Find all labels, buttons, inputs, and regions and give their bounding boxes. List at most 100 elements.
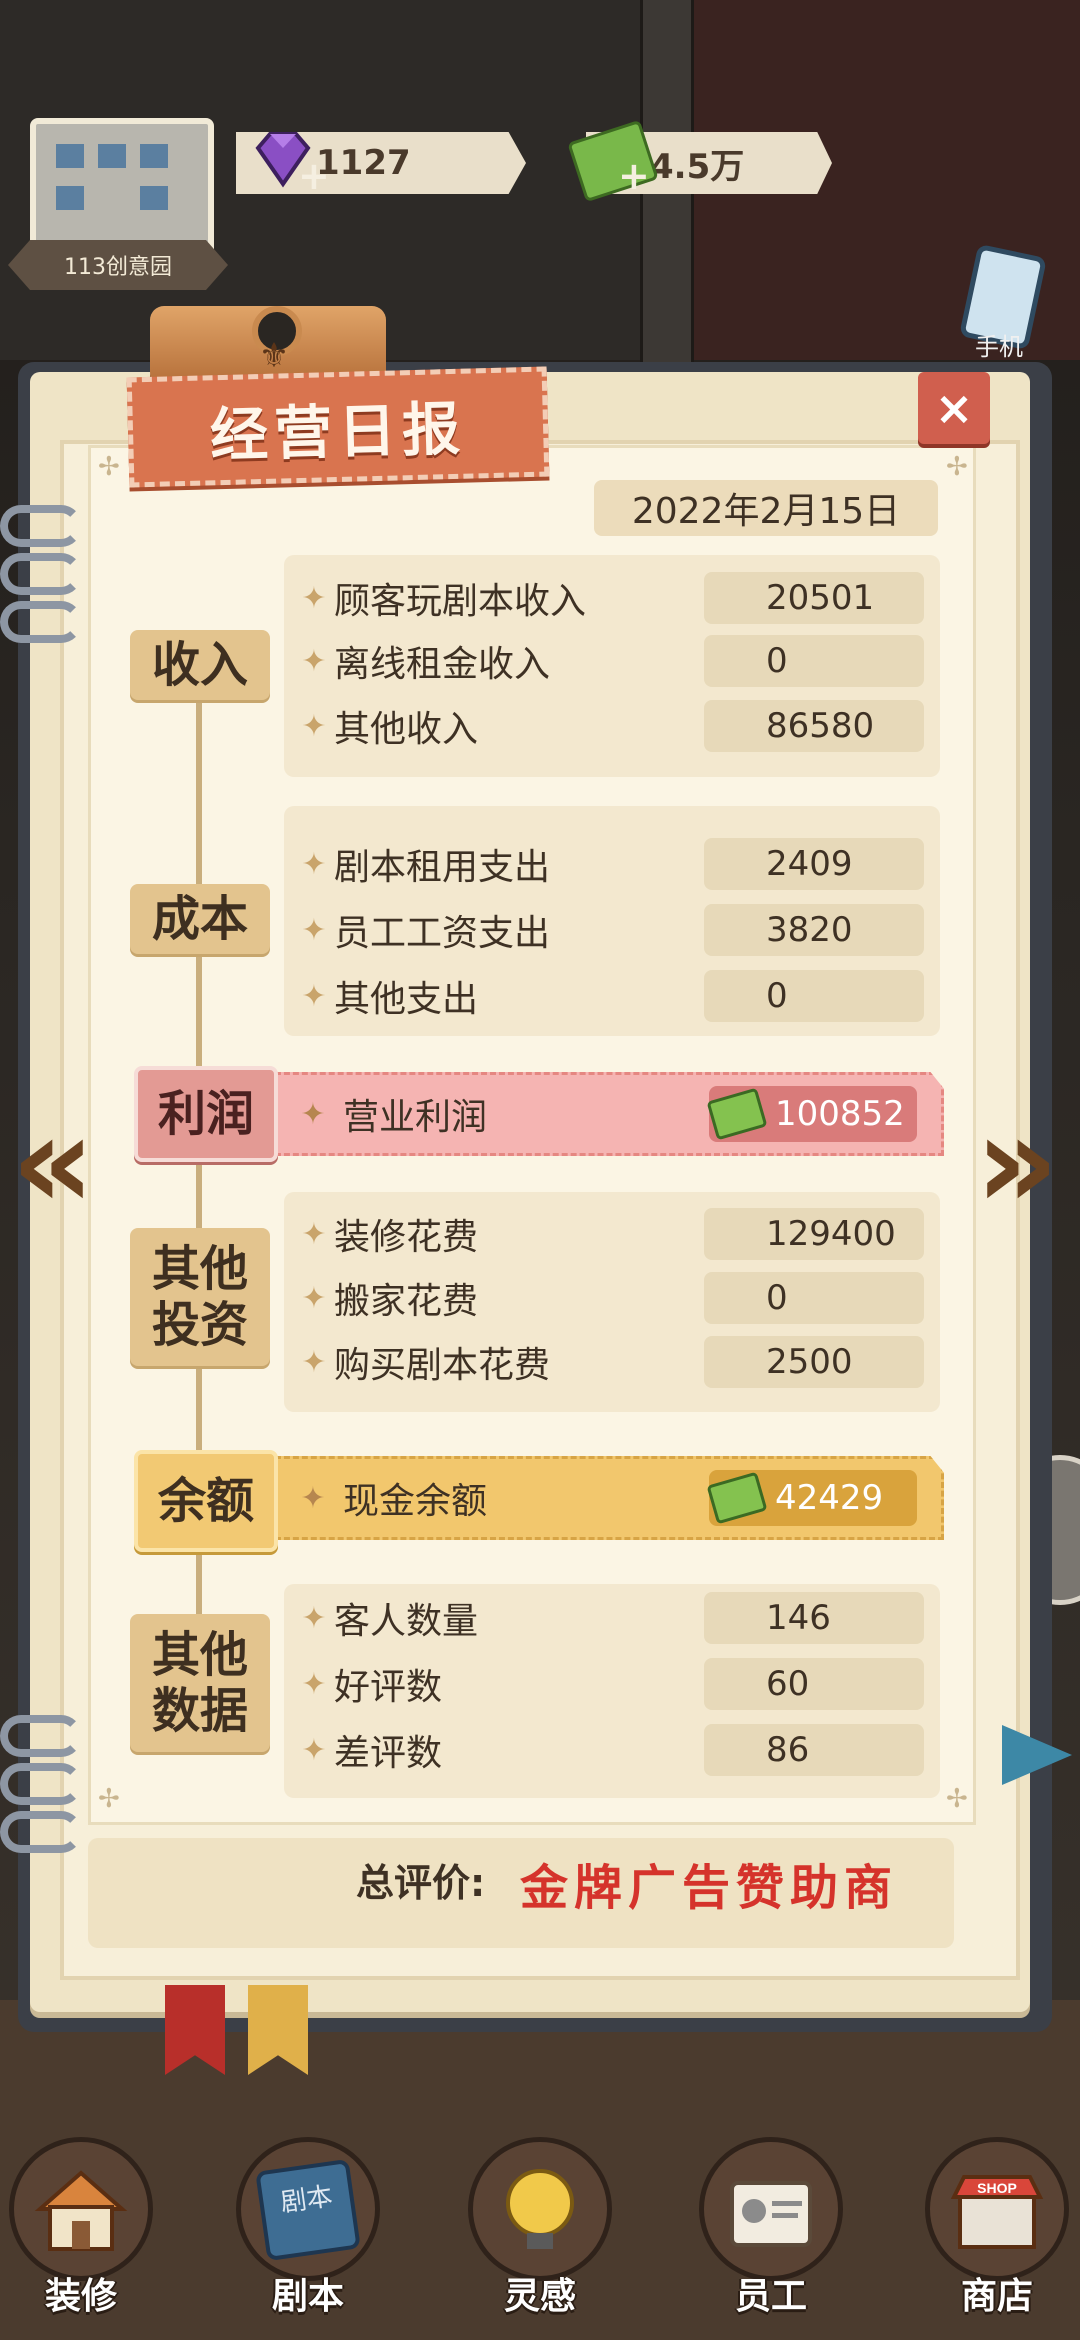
category-income: 收入 (130, 630, 270, 700)
staff-card-icon (730, 2181, 812, 2247)
building-window (56, 186, 84, 210)
category-other-investment: 其他投资 (130, 1228, 270, 1366)
report-title-banner: 经营日报 (126, 366, 550, 488)
report-title: 经营日报 (209, 394, 467, 470)
row-label: 其他支出 (334, 979, 479, 1020)
row-value: 0 (704, 970, 924, 1022)
profit-value: 100852 (775, 1094, 905, 1134)
balance-value-box: 42429 (706, 1470, 917, 1526)
other-data-row: ✦ 好评数 60 (294, 1656, 930, 1712)
profit-highlight-row: ✦ 营业利润 100852 (266, 1072, 944, 1156)
row-label: 差评数 (334, 1733, 443, 1774)
row-label: 顾客玩剧本收入 (334, 581, 587, 622)
report-date: 2022年2月15日 (594, 480, 938, 536)
toolbar-staff-button[interactable]: 员工 (696, 2125, 846, 2335)
row-label: 剧本租用支出 (334, 847, 551, 888)
script-book-label: 剧本 (278, 2181, 335, 2219)
cost-row: ✦ 其他支出 0 (294, 968, 930, 1024)
income-row: ✦ 离线租金收入 0 (294, 633, 930, 689)
bottom-toolbar: 装修 剧本 剧本 灵感 员工 SHOP 商店 (0, 2125, 1080, 2340)
toolbar-shop-button[interactable]: SHOP 商店 (922, 2125, 1072, 2335)
other-data-row: ✦ 客人数量 146 (294, 1590, 930, 1646)
row-value: 0 (704, 1272, 924, 1324)
category-profit: 利润 (134, 1066, 278, 1162)
star-bullet-icon: ✦ (300, 1096, 326, 1132)
investment-row: ✦ 购买剧本花费 2500 (294, 1334, 930, 1390)
row-value: 60 (704, 1658, 924, 1710)
row-value: 86580 (704, 700, 924, 752)
row-value: 2409 (704, 838, 924, 890)
row-label: 装修花费 (334, 1217, 479, 1258)
row-label: 其他收入 (334, 709, 479, 750)
lightbulb-icon (506, 2169, 574, 2249)
category-balance: 余额 (134, 1450, 278, 1552)
binder-rings-bottom (0, 1715, 90, 1859)
row-label: 离线租金收入 (334, 644, 551, 685)
next-page-arrow-icon[interactable]: » (972, 1097, 1062, 1227)
star-bullet-icon: ✦ (301, 1666, 327, 1702)
balance-label: 现金余额 (343, 1481, 488, 1522)
page-corner-ornament: ✢ (946, 452, 968, 482)
cost-row: ✦ 员工工资支出 3820 (294, 902, 930, 958)
toolbar-script-button[interactable]: 剧本 剧本 (233, 2125, 383, 2335)
star-bullet-icon: ✦ (301, 708, 327, 744)
toolbar-inspiration-button[interactable]: 灵感 (465, 2125, 615, 2335)
shop-icon: SHOP (950, 2175, 1044, 2249)
other-data-row: ✦ 差评数 86 (294, 1722, 930, 1778)
balance-value: 42429 (775, 1478, 884, 1518)
row-label: 搬家花费 (334, 1281, 479, 1322)
star-bullet-icon: ✦ (301, 1280, 327, 1316)
shop-sign-text: SHOP (977, 2180, 1017, 2196)
profit-label: 营业利润 (343, 1097, 488, 1138)
binder-ring (0, 505, 82, 547)
row-value: 129400 (704, 1208, 924, 1260)
add-gems-icon[interactable]: + (298, 154, 330, 198)
row-value: 3820 (704, 904, 924, 956)
star-bullet-icon: ✦ (301, 1732, 327, 1768)
cash-icon (706, 1471, 768, 1525)
row-value: 20501 (704, 572, 924, 624)
prev-page-arrow-icon[interactable]: « (8, 1097, 98, 1227)
phone-label: 手机 (975, 333, 1023, 361)
building-window (140, 144, 168, 168)
toolbar-label: 员工 (734, 2276, 807, 2317)
binder-ring (0, 601, 82, 643)
toolbar-label: 灵感 (503, 2276, 576, 2317)
row-value: 2500 (704, 1336, 924, 1388)
building-window (140, 186, 168, 210)
star-bullet-icon: ✦ (301, 643, 327, 679)
star-bullet-icon: ✦ (301, 1344, 327, 1380)
toolbar-decorate-button[interactable]: 装修 (6, 2125, 156, 2335)
close-button[interactable]: × (918, 372, 990, 444)
script-book-icon: 剧本 (255, 2158, 361, 2262)
income-row: ✦ 顾客玩剧本收入 20501 (294, 570, 930, 626)
star-bullet-icon: ✦ (301, 1216, 327, 1252)
overall-rating-value: 金牌广告赞助商 (520, 1860, 899, 1916)
category-other-data: 其他数据 (130, 1614, 270, 1752)
building-thumbnail[interactable] (30, 118, 214, 260)
cash-icon (706, 1087, 768, 1141)
toolbar-label: 装修 (44, 2276, 117, 2317)
binder-ring (0, 1811, 82, 1853)
income-row: ✦ 其他收入 86580 (294, 698, 930, 754)
investment-row: ✦ 搬家花费 0 (294, 1270, 930, 1326)
row-value: 0 (704, 635, 924, 687)
binder-ring (0, 553, 82, 595)
building-name-label: 113创意园 (8, 240, 228, 290)
row-value: 86 (704, 1724, 924, 1776)
star-bullet-icon: ✦ (301, 1600, 327, 1636)
page-corner-ornament: ✢ (98, 452, 120, 482)
building-window (98, 144, 126, 168)
add-cash-icon[interactable]: + (618, 154, 650, 198)
star-bullet-icon: ✦ (301, 912, 327, 948)
cost-row: ✦ 剧本租用支出 2409 (294, 836, 930, 892)
profit-value-box: 100852 (706, 1086, 917, 1142)
row-value: 146 (704, 1592, 924, 1644)
star-bullet-icon: ✦ (300, 1480, 326, 1516)
binder-ring (0, 1763, 82, 1805)
overall-rating-label: 总评价: (356, 1861, 486, 1905)
row-label: 购买剧本花费 (334, 1345, 551, 1386)
balance-highlight-row: ✦ 现金余额 42429 (266, 1456, 944, 1540)
binder-ring (0, 1715, 82, 1757)
star-bullet-icon: ✦ (301, 978, 327, 1014)
